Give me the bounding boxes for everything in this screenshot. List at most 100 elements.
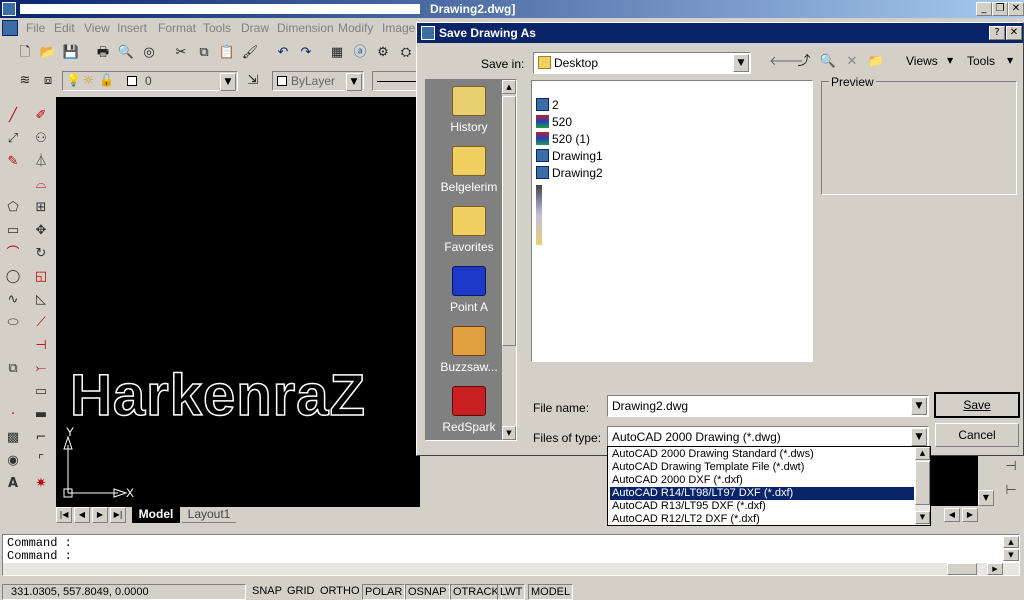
offset-icon[interactable]: ⌓ [30,174,52,196]
up-folder-icon[interactable]: ⤴ [793,51,815,73]
line-icon[interactable]: ╱ [2,105,24,127]
region-icon[interactable]: ◉ [2,450,24,472]
construction-line-icon[interactable]: ⤢ [2,128,24,150]
coordinate-display[interactable]: 331.0305, 557.8049, 0.0000 [2,584,246,600]
grid-toggle[interactable]: GRID [285,584,317,600]
insert-block-icon[interactable]: ⧉ [2,358,24,380]
menu-draw[interactable]: Draw [241,21,269,35]
rotate-icon[interactable]: ↻ [30,243,52,265]
move-icon[interactable]: ✥ [30,220,52,242]
undo-icon[interactable]: ↶ [272,42,294,64]
print-icon[interactable]: 🖶 [92,42,114,64]
delete-icon[interactable]: ✕ [841,51,863,73]
print-preview-icon[interactable]: 🔍 [115,42,137,64]
extend-icon[interactable]: ⊣ [30,335,52,357]
places-scroll-down[interactable]: ▼ [502,426,516,440]
explode-icon[interactable]: ✷ [30,473,52,495]
type-option[interactable]: AutoCAD R13/LT95 DXF (*.dxf) [610,500,914,513]
type-option[interactable]: AutoCAD R12/LT2 DXF (*.dxf) [610,513,914,526]
restore-button[interactable]: ❐ [992,2,1008,16]
menu-format[interactable]: Format [158,21,196,35]
file-type-dropdown[interactable]: AutoCAD 2000 Drawing (*.dwg) ▼ [607,426,929,448]
match-properties-icon[interactable]: 🖌 [239,42,261,64]
redo-icon[interactable]: ↷ [295,42,317,64]
tab-nav-last[interactable]: ▶| [110,507,126,523]
chamfer-icon[interactable]: ⌐ [30,427,52,449]
break-at-point-icon[interactable]: ▭ [30,381,52,403]
ellipse-icon[interactable]: ⬭ [2,312,24,334]
menu-image[interactable]: Image [382,21,415,35]
places-scrollbar[interactable]: ▲ ▼ [502,80,516,440]
file-list[interactable]: 2 520 520 (1) Drawing1 Drawing2 [531,80,813,362]
options-scroll-thumb[interactable] [915,461,930,505]
trim-icon[interactable]: ⟋ [30,312,52,334]
place-belgelerim[interactable]: Belgelerim [430,146,508,194]
drawing-canvas[interactable]: Y X [56,97,420,507]
views-menu[interactable]: Views [906,54,938,68]
lwt-toggle[interactable]: LWT [497,584,526,600]
file-item-2[interactable]: 2 [536,97,559,114]
layer-states-icon[interactable]: ⧈ [37,70,59,92]
hatch-icon[interactable]: ▩ [2,427,24,449]
file-item-520[interactable]: 520 [536,114,572,131]
break-icon[interactable]: ⤚ [30,358,52,380]
tools-menu[interactable]: Tools [967,54,995,68]
otrack-toggle[interactable]: OTRACK [450,584,502,600]
scale-icon[interactable]: ◱ [30,266,52,288]
menu-dimension[interactable]: Dimension [277,21,334,35]
color-dropdown[interactable]: ByLayer ▼ [272,71,364,91]
open-icon[interactable]: 📂 [37,42,59,64]
close-button[interactable]: ✕ [1008,2,1024,16]
menu-edit[interactable]: Edit [54,21,75,35]
toolbar-extra-icon[interactable]: ⛭ [395,42,417,64]
hscroll-left[interactable]: ◀ [944,508,960,522]
stretch-icon[interactable]: ◺ [30,289,52,311]
place-favorites[interactable]: Favorites [430,206,508,254]
polar-toggle[interactable]: POLAR [362,584,406,600]
type-option[interactable]: AutoCAD Drawing Template File (*.dwt) [610,461,914,474]
model-toggle[interactable]: MODEL [528,584,574,600]
dialog-help-button[interactable]: ? [989,26,1005,40]
save-button[interactable]: Save [934,392,1020,418]
mirror-icon[interactable]: ⏃ [30,151,52,173]
file-item-drawing2[interactable]: Drawing2 [536,165,603,182]
tools-arrow-icon[interactable]: ▼ [1007,56,1013,65]
polygon-icon[interactable]: ⬠ [2,197,24,219]
command-hscrollbar[interactable] [3,563,1019,575]
layer-dropdown-arrow[interactable]: ▼ [220,73,236,91]
menu-view[interactable]: View [84,21,110,35]
command-scroll-down[interactable]: ▼ [1003,549,1019,561]
polyline-icon[interactable]: ✎ [2,151,24,173]
place-redspark[interactable]: RedSpark [430,386,508,434]
file-name-arrow[interactable]: ▼ [911,397,927,415]
places-scroll-up[interactable]: ▲ [502,80,516,94]
fillet-icon[interactable]: ⌜ [30,450,52,472]
save-in-dropdown[interactable]: Desktop ▼ [533,52,751,74]
layer-manager-icon[interactable]: ≋ [14,70,36,92]
cancel-button[interactable]: Cancel [935,423,1019,447]
place-history[interactable]: History [430,86,508,134]
tab-nav-first[interactable]: |◀ [56,507,72,523]
back-icon[interactable]: 🡐 [769,51,804,73]
file-item-drawing1[interactable]: Drawing1 [536,148,603,165]
menu-modify[interactable]: Modify [338,21,373,35]
new-icon[interactable]: 🗋 [14,42,36,64]
save-icon[interactable]: 💾 [60,42,82,64]
place-buzzsaw[interactable]: Buzzsaw... [430,326,508,374]
places-scroll-thumb[interactable] [502,96,516,346]
command-window[interactable]: Command : Command : ▲ ▼ ▶ [2,534,1020,576]
command-hscroll-right[interactable]: ▶ [987,563,1003,575]
save-in-arrow[interactable]: ▼ [733,54,749,72]
ortho-toggle[interactable]: ORTHO [318,584,362,600]
command-scroll-up[interactable]: ▲ [1003,536,1019,548]
canvas-scroll-down[interactable]: ▼ [978,490,994,506]
options-scroll-down[interactable]: ▼ [915,511,930,524]
tab-model[interactable]: Model [132,507,180,523]
dim-icon-1[interactable]: ⊣ [1000,456,1022,478]
options-scrollbar[interactable]: ▲ ▼ [915,447,930,525]
place-point-a[interactable]: Point A [430,266,508,314]
menu-insert[interactable]: Insert [117,21,147,35]
rectangle-icon[interactable]: ▭ [2,220,24,242]
menu-tools[interactable]: Tools [203,21,231,35]
type-option[interactable]: AutoCAD 2000 DXF (*.dxf) [610,474,914,487]
